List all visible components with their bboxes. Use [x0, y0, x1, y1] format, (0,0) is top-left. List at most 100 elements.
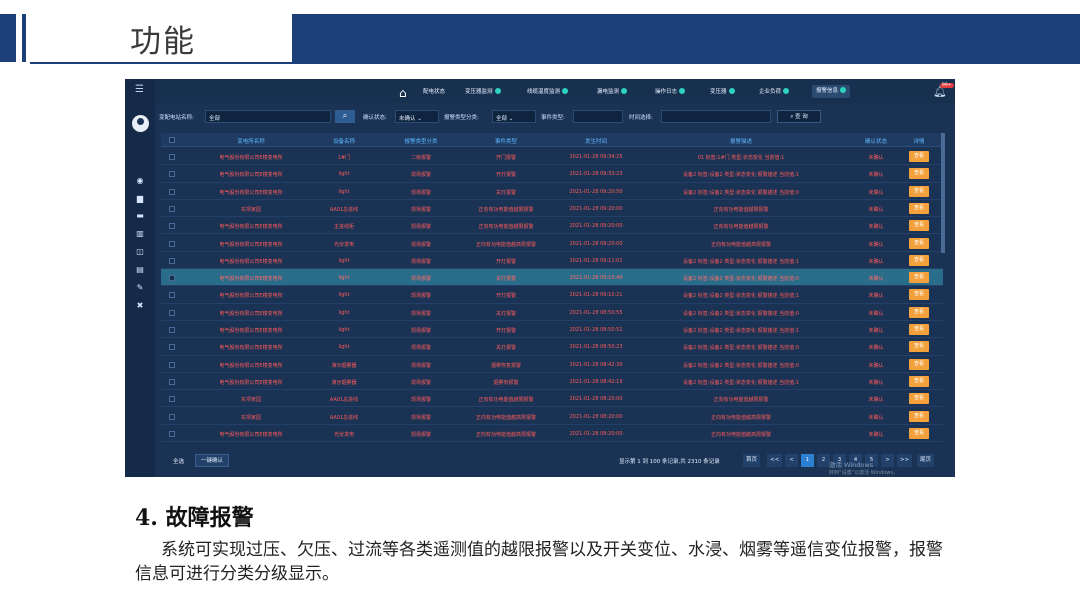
confirm-select[interactable]: 未确认 ⌄ [395, 110, 439, 123]
table-row[interactable]: 电气股份有限公司E楼变电所 演示烟雾器 现场报警 烟雾有报警 2021-01-28 08… [161, 373, 943, 391]
view-detail-button[interactable]: 查看 [909, 324, 929, 335]
row-checkbox[interactable] [169, 188, 175, 195]
view-detail-button[interactable]: 查看 [909, 220, 929, 232]
view-detail-button[interactable]: 查看 [909, 358, 929, 370]
table-row[interactable]: 电气股份有限公司E楼变电所 光伏发电 现场报警 正向有功电能值越高限报警 2021-01… [161, 425, 943, 443]
table-row[interactable]: 电气股份有限公司E楼变电所 演示烟雾器 现场报警 烟雾恢复报警 2021-01-28 0… [161, 356, 943, 373]
table-row[interactable]: 电气股份有限公司E楼变电所 light 现场报警 开灯报警 2021-01-28 09:… [161, 165, 943, 183]
nav-item-transformer-monitor[interactable]: 变压器监测 [465, 87, 501, 97]
table-row[interactable]: 电气股份有限公司E楼变电所 light 现场报警 开灯报警 2021-01-28 09:… [161, 286, 943, 304]
table-cell: 现场报警 [410, 189, 431, 196]
row-checkbox[interactable] [169, 240, 175, 247]
row-checkbox[interactable] [169, 327, 175, 333]
row-checkbox[interactable] [169, 396, 175, 403]
query-button[interactable]: ⌕ 查 询 [777, 110, 821, 123]
home-icon[interactable]: ⌂ [399, 86, 407, 100]
nav-item-alarm-info[interactable]: 报警信息 [812, 85, 851, 98]
view-detail-button[interactable]: 查看 [909, 168, 929, 180]
table-cell: AA01总进线 [329, 414, 359, 421]
time-picker[interactable] [661, 110, 771, 123]
slide: 功能 ☰ ◉ ▆ ▬ ▥ ◫ ▤ ✎ ✖ ⌂ 配电状态 变压器监测 线缆温度监测… [0, 0, 1080, 608]
confirm-all-button[interactable]: 一键确认 [195, 454, 230, 467]
alarm-table: 变电所名称 设备名称 报警类型分类 事件类型 发生时间 报警描述 确认状态 详情… [161, 133, 943, 449]
table-row[interactable]: 电气股份有限公司E楼变电所 light 现场报警 开灯报警 2021-01-28 08:… [161, 321, 943, 339]
table-cell: light [338, 171, 350, 178]
row-checkbox[interactable] [169, 154, 175, 160]
station-search-button[interactable]: ⌕ [335, 110, 355, 123]
view-detail-button[interactable]: 查看 [909, 151, 929, 162]
camera-icon[interactable]: ◫ [134, 247, 146, 257]
page-last[interactable]: 尾页 [917, 454, 935, 467]
scrollbar[interactable] [941, 133, 945, 253]
station-select[interactable]: 全部 [205, 110, 331, 123]
table-row[interactable]: 电气股份有限公司E楼变电所 光伏发电 现场报警 正向有功电能值越高限报警 2021-01… [161, 235, 943, 252]
view-detail-button[interactable]: 查看 [909, 375, 929, 387]
table-cell: 电气股份有限公司E楼变电所 [219, 155, 283, 161]
event-select[interactable] [573, 110, 623, 123]
table-cell: 2021-01-28 09:20:00 [569, 223, 623, 230]
header-checkbox[interactable] [169, 137, 175, 143]
page-next[interactable]: > [881, 454, 894, 467]
view-detail-button[interactable]: 查看 [909, 410, 929, 422]
avatar[interactable] [132, 115, 149, 132]
row-checkbox[interactable] [169, 361, 175, 368]
menu-icon[interactable]: ☰ [135, 84, 144, 95]
row-checkbox[interactable] [169, 309, 175, 316]
view-detail-button[interactable]: 查看 [909, 306, 929, 318]
view-detail-button[interactable]: 查看 [909, 341, 929, 353]
table-cell: 正向有功电能值越高限报警 [710, 414, 771, 421]
station-label: 变配电站名称: [159, 115, 194, 121]
select-all-label[interactable]: 全选 [173, 457, 184, 465]
table-cell: 正向有功电能值越限报警 [478, 397, 534, 404]
row-checkbox[interactable] [169, 413, 175, 420]
row-checkbox[interactable] [169, 430, 175, 437]
view-detail-button[interactable]: 查看 [909, 289, 929, 301]
table-row[interactable]: 东坝家园 AA01总进线 现场报警 正向有功电能值越限报警 2021-01-28 08:… [161, 390, 943, 408]
table-row[interactable]: 电气股份有限公司E楼变电所 light 现场报警 关灯报警 2021-01-28 08:… [161, 304, 943, 321]
view-detail-button[interactable]: 查看 [909, 254, 929, 266]
edit-icon[interactable]: ✎ [134, 283, 146, 293]
folder-icon[interactable]: ▆ [134, 194, 146, 204]
row-checkbox[interactable] [169, 223, 175, 230]
view-detail-button[interactable]: 查看 [909, 202, 929, 214]
view-detail-button[interactable]: 查看 [909, 185, 929, 197]
row-checkbox[interactable] [169, 378, 175, 385]
page-prev2[interactable]: << [767, 454, 783, 467]
row-checkbox[interactable] [169, 205, 175, 212]
row-checkbox[interactable] [169, 292, 175, 299]
nav-item-leakage[interactable]: 漏电监测 [597, 87, 628, 97]
globe-icon[interactable]: ◉ [134, 176, 146, 186]
nav-item-enterprise-load[interactable]: 企业负荷 [759, 87, 790, 97]
table-cell: 正向有功电能值越高限报警 [475, 241, 536, 248]
table-row[interactable]: 东坝家园 AA01总进线 现场报警 正向有功电能值越限报警 2021-01-28 09:… [161, 200, 943, 218]
row-checkbox[interactable] [169, 171, 175, 178]
nav-item-transformer[interactable]: 变压器 [710, 87, 735, 97]
table-row[interactable]: 东坝家园 AA01总进线 现场报警 正向有功电能值越高限报警 2021-01-28 08… [161, 408, 943, 425]
nav-item-power-status[interactable]: 配电状态 [423, 87, 445, 97]
table-row[interactable]: 电气股份有限公司E楼变电所 light 现场报警 关灯报警 2021-01-28 09:… [161, 269, 943, 287]
table-row[interactable]: 电气股份有限公司E楼变电所 light 现场报警 关灯报警 2021-01-28 08:… [161, 338, 943, 356]
page-first[interactable]: 首页 [743, 454, 761, 467]
table-row[interactable]: 电气股份有限公司E楼变电所 1#门 二级报警 开门报警 2021-01-28 09:34… [161, 148, 943, 166]
table-row[interactable]: 电气股份有限公司E楼变电所 light 现场报警 关灯报警 2021-01-28 09:… [161, 183, 943, 200]
table-row[interactable]: 电气股份有限公司E楼变电所 主进线柜 现场报警 正向有功电能值越限报警 2021-01-… [161, 217, 943, 235]
tools-icon[interactable]: ✖ [134, 301, 146, 311]
table-cell: 2021-01-28 09:11:01 [569, 257, 623, 264]
view-detail-button[interactable]: 查看 [909, 272, 929, 284]
row-checkbox[interactable] [169, 257, 175, 264]
view-detail-button[interactable]: 查看 [909, 393, 929, 405]
document-icon[interactable]: ▤ [134, 265, 146, 275]
bar-chart-icon[interactable]: ▥ [134, 229, 146, 239]
row-checkbox[interactable] [169, 275, 175, 282]
monitor-icon[interactable]: ▬ [134, 211, 146, 221]
nav-item-oplog[interactable]: 操作日志 [655, 87, 686, 97]
view-detail-button[interactable]: 查看 [909, 237, 929, 249]
page-1[interactable]: 1 [801, 454, 814, 467]
view-detail-button[interactable]: 查看 [909, 427, 929, 439]
nav-item-cable-temp[interactable]: 线缆温度监测 [527, 87, 569, 97]
page-next2[interactable]: >> [897, 454, 913, 467]
page-prev[interactable]: < [785, 454, 798, 467]
row-checkbox[interactable] [169, 344, 175, 351]
type-select[interactable]: 全部 ⌄ [492, 110, 536, 123]
table-row[interactable]: 电气股份有限公司E楼变电所 light 现场报警 开灯报警 2021-01-28 09:… [161, 252, 943, 270]
